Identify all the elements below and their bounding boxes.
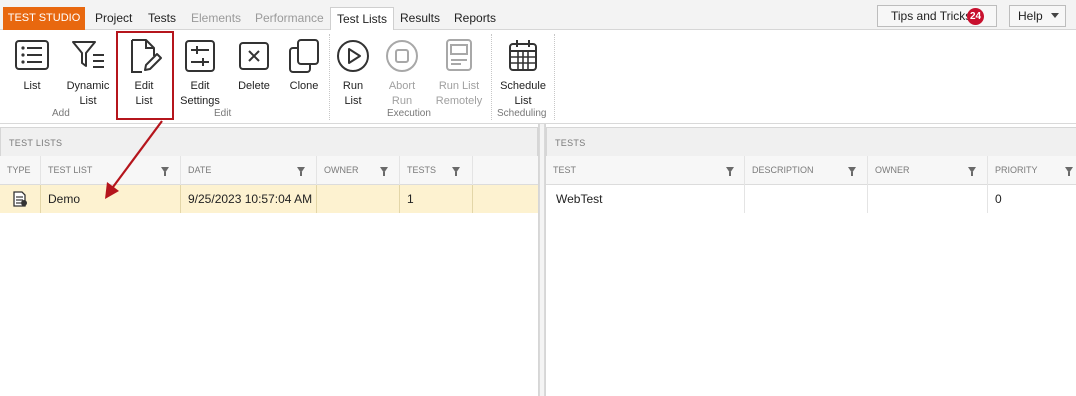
tests-panel: TESTS TEST DESCRIPTION OWNER PRIORITY We… [545,124,1076,396]
test-list-owner [317,185,400,213]
test-list-date: 9/25/2023 10:57:04 AM [181,185,317,213]
filter-icon[interactable] [726,167,734,176]
clone-icon [289,39,319,73]
filter-icon[interactable] [297,167,305,176]
schedule-list-label-1: Schedule [500,80,546,92]
list-icon [15,40,49,70]
column-priority[interactable]: PRIORITY [988,156,1076,185]
run-list-remotely-label-1: Run List [438,80,480,92]
group-separator [554,34,555,120]
dynamic-list-label-2: List [79,95,97,107]
filter-icon[interactable] [1065,167,1073,176]
group-separator [329,34,330,120]
column-test-list[interactable]: TEST LIST [41,156,181,185]
test-name: WebTest [546,185,745,213]
settings-sliders-icon [185,40,215,72]
group-label-add: Add [52,108,70,119]
edit-list-highlight [116,31,174,120]
abort-run-label-2: Run [391,95,413,107]
test-lists-column-header: TYPE TEST LIST DATE OWNER TESTS [0,156,538,185]
test-priority: 0 [995,192,1002,206]
dynamic-list-button[interactable]: Dynamic List [62,36,114,110]
test-description [745,185,868,213]
list-label: List [23,80,41,92]
schedule-list-label-2: List [514,95,532,107]
edit-settings-label-1: Edit [190,80,210,92]
group-label-edit: Edit [214,108,232,119]
delete-label: Delete [238,80,270,92]
schedule-list-button[interactable]: Schedule List [496,36,550,110]
column-test[interactable]: TEST [546,156,745,185]
app-brand[interactable]: TEST STUDIO [3,7,85,30]
calendar-icon [509,40,537,71]
run-list-label-2: List [344,95,362,107]
filter-icon[interactable] [848,167,856,176]
run-list-button[interactable]: Run List [333,36,373,110]
clone-label: Clone [289,80,319,92]
server-icon [446,39,472,71]
test-owner [868,185,988,213]
run-list-remotely-button: Run List Remotely [432,36,486,110]
abort-run-label-1: Abort [388,80,416,92]
test-list-name: Demo [41,185,181,213]
tests-header: TESTS [546,127,1076,157]
list-button[interactable]: List [10,36,54,110]
table-row[interactable]: Demo 9/25/2023 10:57:04 AM 1 [0,185,538,213]
clone-button[interactable]: Clone [283,36,325,110]
tips-label: Tips and Tricks [891,9,972,23]
dynamic-list-label-1: Dynamic [66,80,110,92]
column-tests[interactable]: TESTS [400,156,473,185]
type-cell [0,185,41,213]
run-list-remotely-label-2: Remotely [435,95,483,107]
tests-column-header: TEST DESCRIPTION OWNER PRIORITY [546,156,1076,185]
tab-project[interactable]: Project [95,7,132,30]
filter-icon[interactable] [380,167,388,176]
filter-icon[interactable] [161,167,169,176]
stop-icon [386,40,418,72]
tab-performance: Performance [255,11,324,25]
filter-icon[interactable] [452,167,460,176]
tab-test-lists[interactable]: Test Lists [330,7,395,31]
help-button[interactable]: Help [1009,5,1066,27]
run-list-label-1: Run [342,80,364,92]
delete-icon [239,42,269,70]
column-owner[interactable]: OWNER [868,156,988,185]
group-label-scheduling: Scheduling [497,108,547,119]
filter-list-icon [72,41,104,68]
tips-and-tricks-button[interactable]: Tips and Tricks 24 [877,5,997,27]
filter-icon[interactable] [968,167,976,176]
test-lists-header: TEST LISTS [0,127,538,157]
abort-run-button: Abort Run [382,36,422,110]
test-list-tests-count: 1 [400,185,473,213]
tips-count-badge: 24 [967,8,984,25]
tab-reports[interactable]: Reports [454,7,496,30]
table-row[interactable]: WebTest 0 [546,185,1076,213]
group-separator [491,34,492,120]
help-label: Help [1018,9,1043,23]
play-icon [337,40,369,72]
test-list-type-icon [13,191,27,207]
column-type[interactable]: TYPE [0,156,41,185]
test-lists-panel: TEST LISTS TYPE TEST LIST DATE OWNER TES… [0,124,539,396]
menu-bar: TEST STUDIO Project Tests Elements Perfo… [0,0,1076,31]
delete-button[interactable]: Delete [232,36,276,110]
column-owner[interactable]: OWNER [317,156,400,185]
chevron-down-icon [1051,13,1059,18]
column-description[interactable]: DESCRIPTION [745,156,868,185]
column-date[interactable]: DATE [181,156,317,185]
tab-elements: Elements [191,11,242,25]
tab-tests[interactable]: Tests [148,7,176,30]
edit-settings-label-2: Settings [180,95,220,107]
group-label-execution: Execution [387,108,431,119]
tab-results[interactable]: Results [400,7,440,30]
edit-settings-button[interactable]: Edit Settings [176,36,224,110]
